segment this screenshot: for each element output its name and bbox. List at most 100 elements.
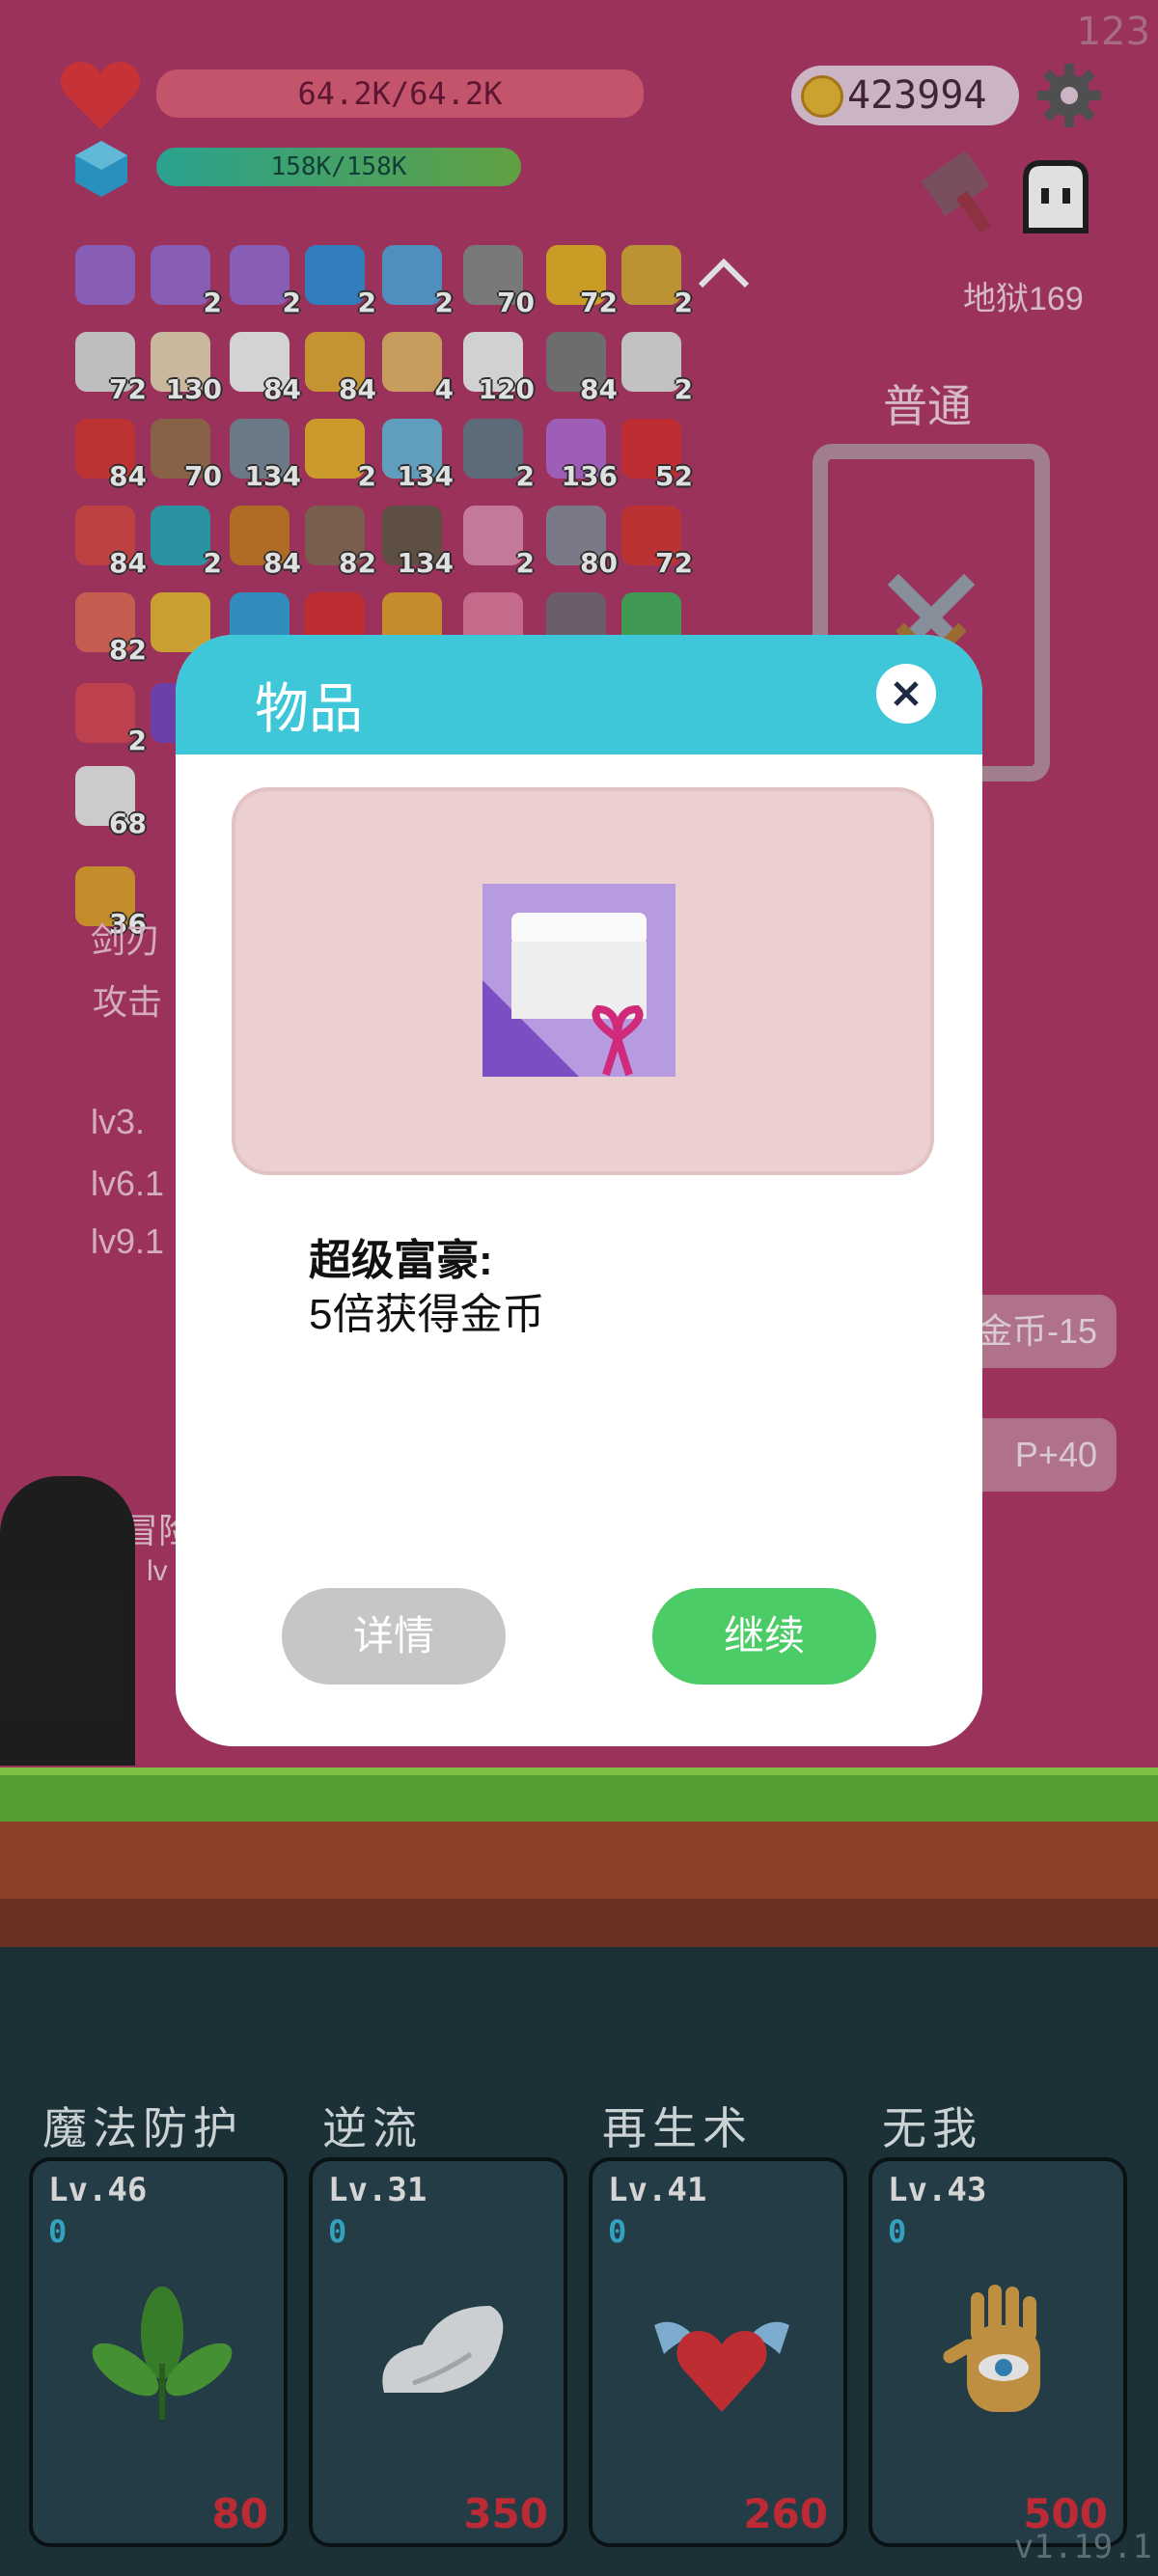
hp-bar: 64.2K/64.2K xyxy=(156,69,644,118)
modal-title: 物品 xyxy=(255,678,363,739)
inventory-item[interactable]: 84 xyxy=(71,417,147,492)
eye-hand-icon xyxy=(943,2285,1040,2412)
item-count: 134 xyxy=(244,460,301,492)
item-count: 2 xyxy=(515,547,535,579)
inventory-item[interactable]: 120 xyxy=(459,330,535,405)
inventory-item[interactable]: 2 xyxy=(147,243,222,318)
item-count: 4 xyxy=(434,373,454,405)
inventory-item[interactable]: 4 xyxy=(378,330,454,405)
coin-icon xyxy=(801,75,843,118)
cleaver-icon[interactable] xyxy=(919,152,1010,239)
skill-card-regeneration[interactable]: Lv.41 0 260 xyxy=(589,2157,847,2547)
gift-scroll-icon xyxy=(482,884,676,1077)
inventory-item[interactable]: 2 xyxy=(71,681,147,756)
pineapple-icon xyxy=(621,245,681,305)
difficulty-label[interactable]: 普通 xyxy=(883,371,972,435)
inventory-item[interactable]: 70 xyxy=(459,243,535,318)
item-count: 134 xyxy=(397,460,454,492)
item-count: 84 xyxy=(580,373,618,405)
inventory-item[interactable]: 134 xyxy=(226,417,301,492)
inventory-item[interactable]: 84 xyxy=(542,330,618,405)
inventory-item[interactable]: 52 xyxy=(618,417,693,492)
details-button[interactable]: 详情 xyxy=(282,1588,506,1685)
leaf-icon xyxy=(92,2287,233,2420)
item-count: 80 xyxy=(580,547,618,579)
inventory-item[interactable]: 84 xyxy=(71,504,147,579)
inventory-item[interactable]: 82 xyxy=(301,504,376,579)
level-text-9: lv9.1 xyxy=(91,1221,165,1261)
dark-tree xyxy=(0,1476,135,1766)
inventory-item[interactable]: 70 xyxy=(147,417,222,492)
skill-card-backflow[interactable]: Lv.31 0 350 xyxy=(309,2157,567,2547)
skill-name-4: 无我 xyxy=(882,2103,982,2153)
inventory-item[interactable]: 134 xyxy=(378,504,454,579)
inventory-item[interactable]: 136 xyxy=(542,417,618,492)
skill-value: 0 xyxy=(888,2213,907,2250)
item-count: 2 xyxy=(674,287,693,318)
inventory-item[interactable]: 2 xyxy=(459,417,535,492)
inventory-item[interactable]: 134 xyxy=(378,417,454,492)
inventory-item[interactable] xyxy=(71,243,143,315)
item-count: 84 xyxy=(263,373,301,405)
inventory-item[interactable]: 2 xyxy=(301,417,376,492)
inventory-item[interactable]: 2 xyxy=(459,504,535,579)
item-count: 2 xyxy=(434,287,454,318)
ground-dirt xyxy=(0,1822,1158,1899)
mortar-icon xyxy=(463,419,523,479)
item-count: 84 xyxy=(109,547,147,579)
item-count: 82 xyxy=(339,547,376,579)
modal-header: 物品 xyxy=(176,635,982,754)
inventory-item[interactable]: 2 xyxy=(226,243,301,318)
spiral-icon xyxy=(151,506,210,565)
wing-icon xyxy=(382,2306,504,2393)
inventory-item[interactable]: 80 xyxy=(542,504,618,579)
item-count: 52 xyxy=(655,460,693,492)
skill-value: 0 xyxy=(48,2213,68,2250)
inventory-item[interactable]: 84 xyxy=(226,504,301,579)
inventory-item[interactable]: 2 xyxy=(618,330,693,405)
inventory-item[interactable]: 72 xyxy=(71,330,147,405)
skill-name-2: 逆流 xyxy=(322,2103,423,2153)
gear-icon[interactable] xyxy=(1037,64,1101,127)
level-text-3: lv3. xyxy=(91,1102,146,1141)
item-count: 68 xyxy=(109,808,147,839)
close-button[interactable] xyxy=(876,664,936,724)
skill-level: Lv.46 xyxy=(48,2171,148,2209)
inventory-item[interactable]: 2 xyxy=(378,243,454,318)
inventory-item[interactable]: 130 xyxy=(147,330,222,405)
ground-grass xyxy=(0,1768,1158,1822)
item-count: 2 xyxy=(674,373,693,405)
inventory-item[interactable]: 2 xyxy=(301,243,376,318)
item-count: 84 xyxy=(263,547,301,579)
inventory-item[interactable]: 82 xyxy=(71,590,147,666)
inventory-item[interactable]: 72 xyxy=(542,243,618,318)
inventory-item[interactable]: 68 xyxy=(71,764,147,839)
inventory-item[interactable]: 72 xyxy=(618,504,693,579)
star-card-icon xyxy=(305,245,365,305)
continue-button[interactable]: 继续 xyxy=(652,1588,876,1685)
inventory-item[interactable]: 2 xyxy=(147,504,222,579)
inventory-item[interactable]: 84 xyxy=(226,330,301,405)
inventory-item[interactable]: 84 xyxy=(301,330,376,405)
shirt-icon xyxy=(382,245,442,305)
skill-card-magic-shield[interactable]: Lv.46 0 80 xyxy=(29,2157,288,2547)
skill-cost: 260 xyxy=(743,2490,828,2537)
ghost-icon[interactable] xyxy=(1018,159,1093,238)
item-count: 2 xyxy=(282,287,301,318)
item-count: 72 xyxy=(655,547,693,579)
scroll-icon xyxy=(382,332,442,392)
item-count: 84 xyxy=(339,373,376,405)
version-label: v1.19.1 xyxy=(1013,2528,1152,2566)
stage-label: 地狱169 xyxy=(963,281,1084,317)
cards-icon xyxy=(621,332,681,392)
skill-card-selfless[interactable]: Lv.43 0 500 xyxy=(868,2157,1127,2547)
side-label-blade: 剑刃 xyxy=(91,920,161,960)
item-count: 84 xyxy=(109,460,147,492)
skill-cost: 350 xyxy=(463,2490,548,2537)
ground-dark xyxy=(0,1899,1158,1947)
chevron-up-icon[interactable] xyxy=(695,253,753,291)
inventory-item[interactable]: 2 xyxy=(618,243,693,318)
item-count: 82 xyxy=(109,634,147,666)
mana-bar: 158K/158K xyxy=(156,148,521,186)
icecream-icon xyxy=(463,506,523,565)
